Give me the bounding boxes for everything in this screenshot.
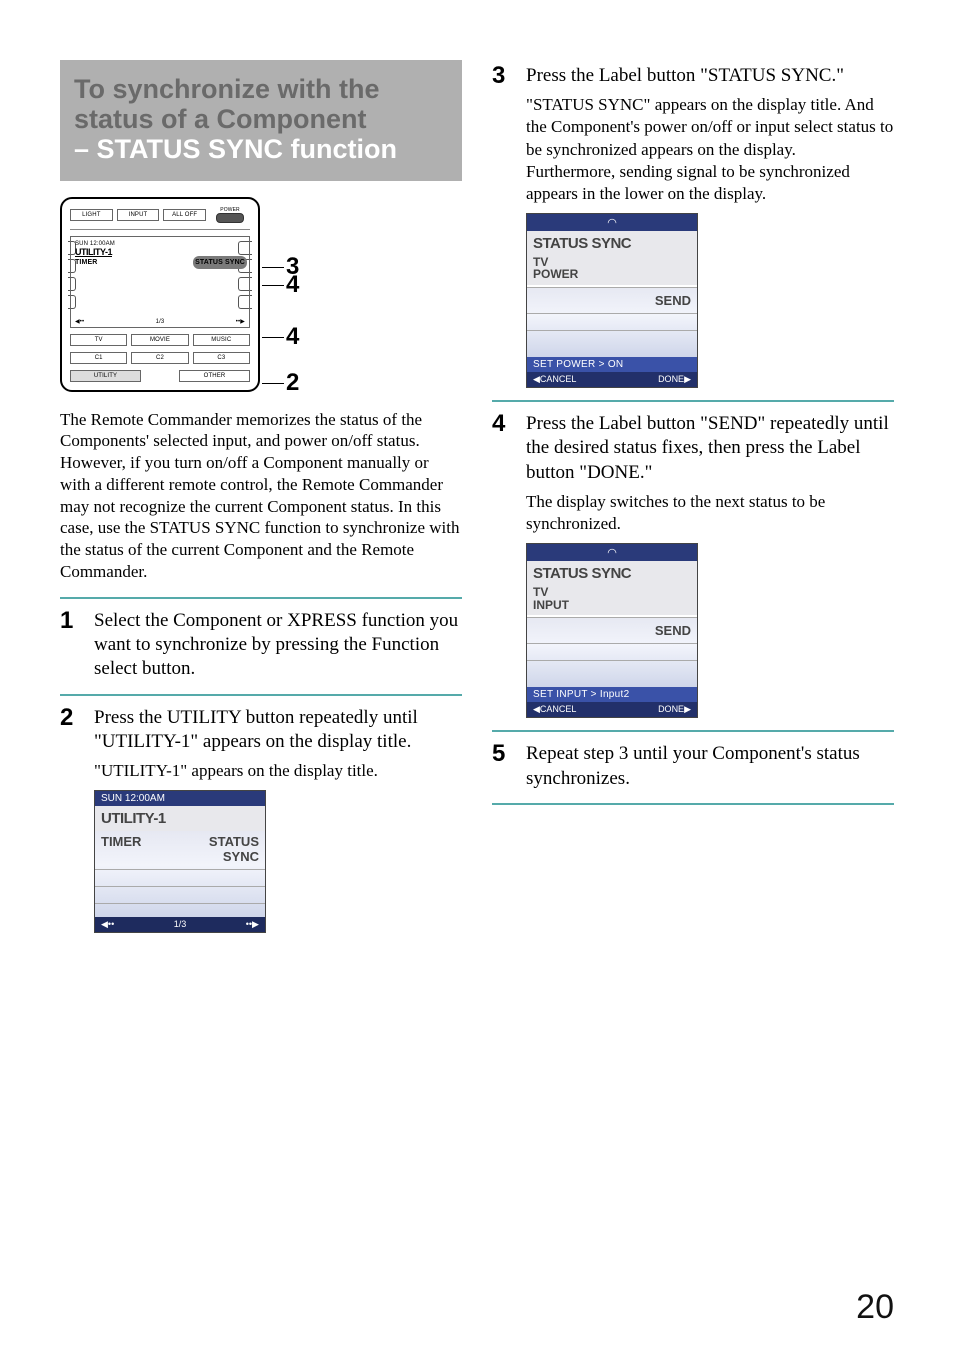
lcd-sync-input-status: SET INPUT > Input2 bbox=[527, 687, 697, 702]
remote-screen: SUN 12:00AM UTILITY-1 TIMER STATUS SYNC … bbox=[70, 236, 250, 328]
step-4-text: Press the Label button "SEND" repeatedly… bbox=[526, 412, 894, 485]
lcd-utility-page: 1/3 bbox=[174, 919, 187, 930]
step-3-subtext: "STATUS SYNC" appears on the display tit… bbox=[526, 94, 894, 204]
heading-line-3: – STATUS SYNC function bbox=[74, 134, 448, 164]
step-1-text: Select the Component or XPRESS function … bbox=[94, 609, 462, 682]
lcd-utility-title: UTILITY-1 bbox=[95, 806, 265, 831]
lcd-sync-input-send: SEND bbox=[655, 623, 691, 638]
remote-body: LIGHT INPUT ALL OFF POWER SUN 12:00A bbox=[60, 197, 260, 392]
remote-tab-movie: MOVIE bbox=[131, 334, 188, 346]
callout-4b: 4 bbox=[262, 325, 299, 349]
lcd-utility-status-l1: STATUS bbox=[209, 834, 259, 849]
step-5-number: 5 bbox=[492, 742, 516, 791]
heading-line-2: status of a Component bbox=[74, 104, 448, 134]
remote-power-button bbox=[216, 213, 244, 223]
lcd-utility-screenshot: SUN 12:00AM UTILITY-1 TIMER STATUS SYNC bbox=[94, 790, 266, 933]
remote-diagram: LIGHT INPUT ALL OFF POWER SUN 12:00A bbox=[60, 197, 462, 395]
remote-tab-c1: C1 bbox=[70, 352, 127, 364]
remote-screen-arrow-left: ◀•• bbox=[75, 318, 84, 325]
step-4-subtext: The display switches to the next status … bbox=[526, 491, 894, 535]
remote-tab-c2: C2 bbox=[131, 352, 188, 364]
remote-tab-c3: C3 bbox=[193, 352, 250, 364]
step-2-subtext: "UTILITY-1" appears on the display title… bbox=[94, 760, 462, 782]
lcd-sync-input-cancel: ◀CANCEL bbox=[533, 704, 576, 715]
lcd-sync-power-send: SEND bbox=[655, 293, 691, 308]
heading-line-1: To synchronize with the bbox=[74, 74, 448, 104]
step-3-text: Press the Label button "STATUS SYNC." bbox=[526, 64, 894, 88]
step-5: 5 Repeat step 3 until your Component's s… bbox=[492, 730, 894, 803]
lcd-utility-time: SUN 12:00AM bbox=[101, 793, 165, 804]
remote-power-label: POWER bbox=[210, 207, 250, 213]
wifi-icon: ◠ bbox=[607, 546, 617, 559]
remote-screen-mode: UTILITY-1 bbox=[75, 247, 112, 257]
remote-tab-tv: TV bbox=[70, 334, 127, 346]
remote-screen-timer: TIMER bbox=[75, 259, 97, 266]
remote-input-button: INPUT bbox=[117, 209, 160, 221]
step-1-number: 1 bbox=[60, 609, 84, 682]
callout-2: 2 bbox=[262, 371, 299, 395]
intro-paragraph: The Remote Commander memorizes the statu… bbox=[60, 409, 462, 583]
lcd-sync-power-status: SET POWER > ON bbox=[527, 357, 697, 372]
remote-alloff-button: ALL OFF bbox=[163, 209, 206, 221]
lcd-sync-input-title: STATUS SYNC bbox=[527, 561, 697, 586]
lcd-utility-timer: TIMER bbox=[101, 834, 141, 864]
page-number: 20 bbox=[856, 1288, 894, 1327]
lcd-utility-arrow-right: ••▶ bbox=[246, 919, 259, 930]
remote-screen-status-sync: STATUS SYNC bbox=[195, 259, 245, 266]
wifi-icon: ◠ bbox=[607, 216, 617, 229]
step-4: 4 Press the Label button "SEND" repeated… bbox=[492, 400, 894, 730]
lcd-sync-power-title: STATUS SYNC bbox=[527, 231, 697, 256]
remote-screen-arrow-right: ••▶ bbox=[236, 318, 245, 325]
step-1: 1 Select the Component or XPRESS functio… bbox=[60, 597, 462, 694]
lcd-sync-input-done: DONE▶ bbox=[658, 704, 691, 715]
remote-tab-utility: UTILITY bbox=[70, 370, 141, 382]
lcd-utility-arrow-left: ◀•• bbox=[101, 919, 114, 930]
remote-tab-other: OTHER bbox=[179, 370, 250, 382]
lcd-sync-power-done: DONE▶ bbox=[658, 374, 691, 385]
lcd-sync-input-line2: INPUT bbox=[533, 598, 569, 612]
section-heading: To synchronize with the status of a Comp… bbox=[60, 60, 462, 181]
lcd-sync-power-screenshot: ◠ STATUS SYNC TV POWER SEND bbox=[526, 213, 698, 388]
remote-screen-page: 1/3 bbox=[156, 319, 165, 325]
lcd-sync-power-line2: POWER bbox=[533, 267, 578, 281]
step-4-number: 4 bbox=[492, 412, 516, 718]
remote-power: POWER bbox=[210, 207, 250, 223]
lcd-sync-input-screenshot: ◠ STATUS SYNC TV INPUT SEND bbox=[526, 543, 698, 718]
step-3: 3 Press the Label button "STATUS SYNC." … bbox=[492, 60, 894, 400]
step-2-text: Press the UTILITY button repeatedly unti… bbox=[94, 706, 462, 755]
remote-callouts: 3 4 4 2 bbox=[262, 197, 299, 395]
step-3-number: 3 bbox=[492, 64, 516, 388]
callout-4a: 4 bbox=[262, 273, 299, 297]
step-2-number: 2 bbox=[60, 706, 84, 934]
step-5-text: Repeat step 3 until your Component's sta… bbox=[526, 742, 894, 791]
lcd-sync-power-cancel: ◀CANCEL bbox=[533, 374, 576, 385]
remote-tab-music: MUSIC bbox=[193, 334, 250, 346]
lcd-utility-status-l2: SYNC bbox=[223, 849, 259, 864]
remote-light-button: LIGHT bbox=[70, 209, 113, 221]
step-2: 2 Press the UTILITY button repeatedly un… bbox=[60, 694, 462, 946]
